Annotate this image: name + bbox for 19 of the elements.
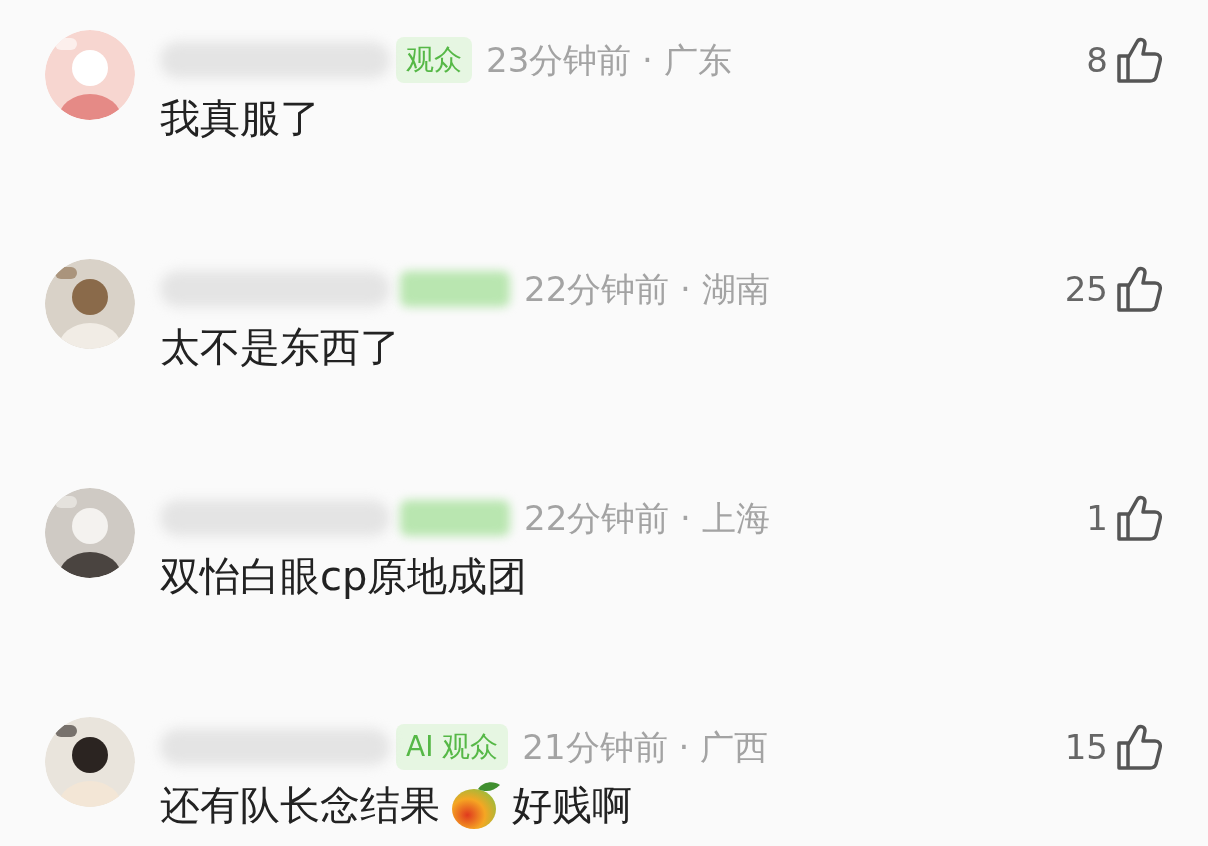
thumbs-up-icon[interactable] [1116,265,1162,313]
comment-text: 双怡白眼cp原地成团 [160,552,528,601]
comment-meta: 22分钟前 · 上海 [524,496,770,540]
comment-text: 太不是东西了 [160,323,400,372]
comment-text: 我真服了 [160,94,320,143]
thumbs-up-icon[interactable] [1116,36,1162,84]
like-count: 8 [1086,38,1108,82]
badge: 观众 [396,37,472,83]
comment-text: 好贱啊 [512,781,632,830]
thumbs-up-icon[interactable] [1116,723,1162,771]
comment-meta: 21分钟前 · 广西 [522,725,768,769]
like-count: 25 [1064,267,1108,311]
badge: AI 观众 [396,724,509,770]
comment-meta: 22分钟前 · 湖南 [524,267,770,311]
comment-meta: 23分钟前 · 广东 [486,38,732,82]
like-count: 1 [1086,496,1108,540]
comment-text: 还有队长念结果 [160,781,440,830]
thumbs-up-icon[interactable] [1116,494,1162,542]
like-count: 15 [1064,725,1108,769]
